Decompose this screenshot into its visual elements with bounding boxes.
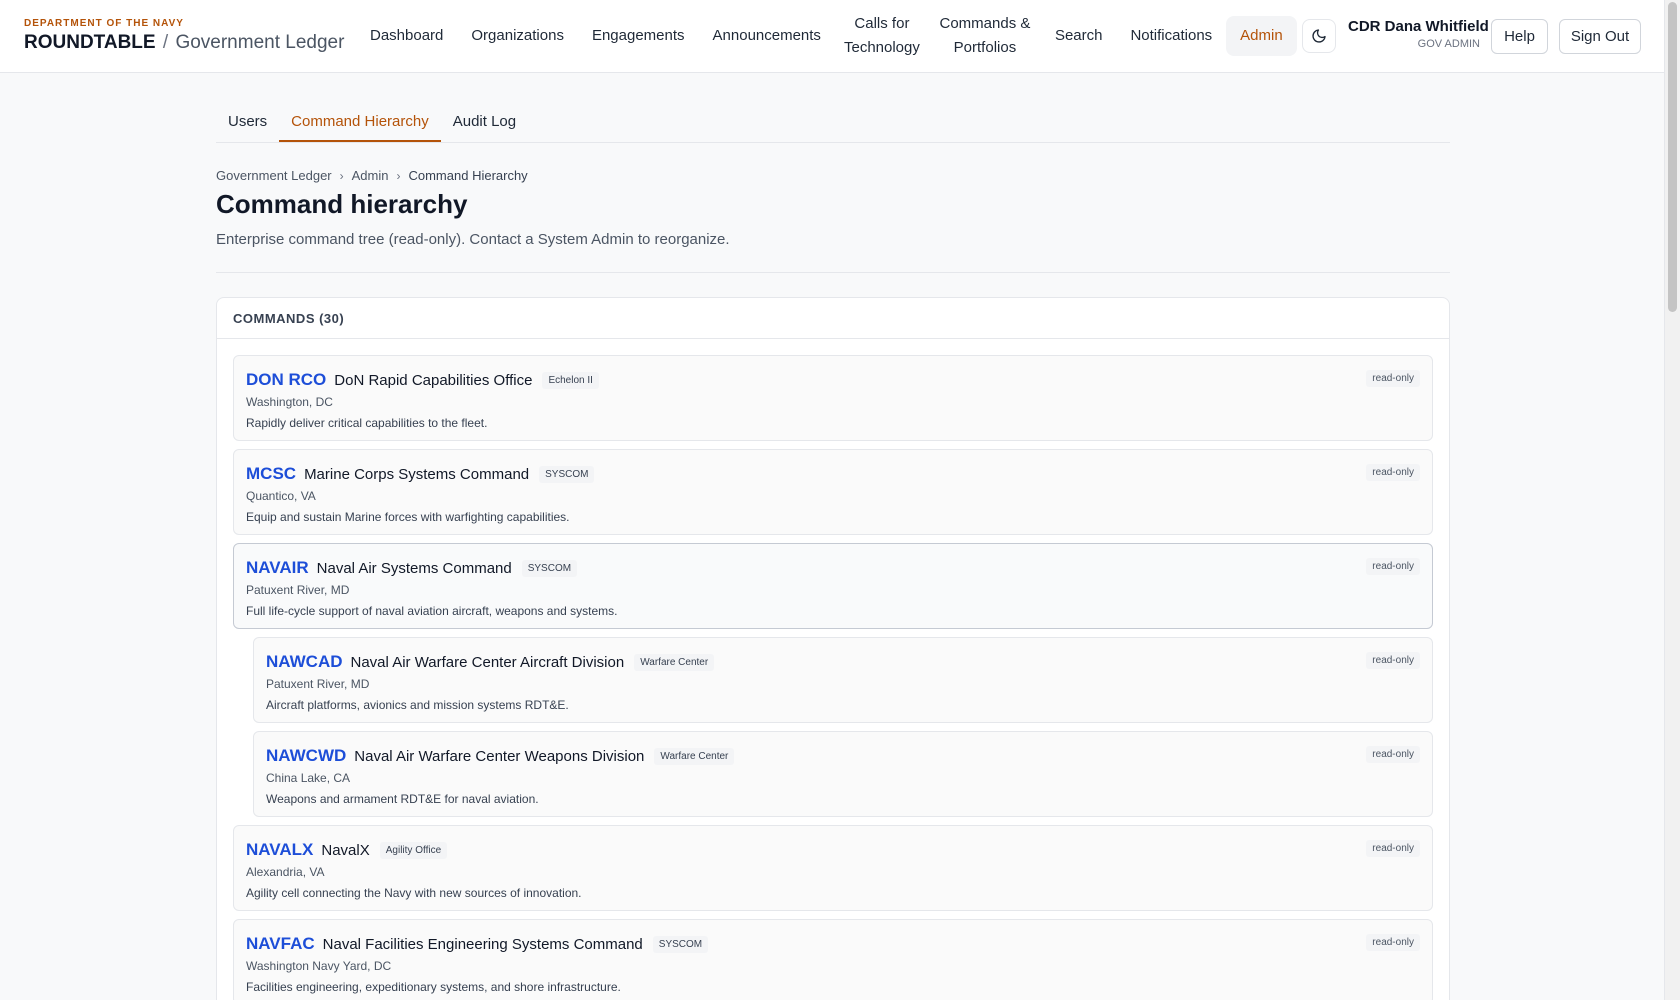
commands-panel: COMMANDS (30) DON RCO DoN Rapid Capabili… bbox=[216, 297, 1450, 1000]
tab-audit-log[interactable]: Audit Log bbox=[441, 113, 528, 142]
command-card[interactable]: NAVFAC Naval Facilities Engineering Syst… bbox=[233, 919, 1433, 1000]
brand-separator: / bbox=[162, 32, 169, 53]
tab-users[interactable]: Users bbox=[216, 113, 279, 142]
command-code[interactable]: NAVAIR bbox=[246, 558, 309, 578]
command-location: Washington Navy Yard, DC bbox=[246, 959, 392, 973]
command-card[interactable]: NAWCAD Naval Air Warfare Center Aircraft… bbox=[253, 637, 1433, 723]
command-code[interactable]: MCSC bbox=[246, 464, 296, 484]
command-description: Facilities engineering, expeditionary sy… bbox=[246, 980, 621, 994]
command-card[interactable]: NAVAIR Naval Air Systems Command SYSCOM … bbox=[233, 543, 1433, 629]
theme-toggle-button[interactable] bbox=[1302, 19, 1336, 53]
command-location: Quantico, VA bbox=[246, 489, 316, 503]
command-name: Naval Air Warfare Center Aircraft Divisi… bbox=[350, 653, 625, 671]
commands-panel-heading: COMMANDS (30) bbox=[217, 298, 1449, 339]
read-only-badge: read-only bbox=[1366, 558, 1420, 575]
nav-commands-portfolios[interactable]: Commands & Portfolios bbox=[929, 12, 1041, 60]
read-only-badge: read-only bbox=[1366, 464, 1420, 481]
command-name: Naval Air Warfare Center Weapons Divisio… bbox=[354, 747, 645, 765]
command-type-badge: SYSCOM bbox=[539, 465, 595, 483]
command-location: Alexandria, VA bbox=[246, 865, 325, 879]
command-type-badge: SYSCOM bbox=[652, 935, 709, 953]
command-location: Patuxent River, MD bbox=[266, 677, 370, 691]
brand-name: ROUNDTABLE bbox=[24, 32, 156, 53]
brand-logo[interactable]: DEPARTMENT OF THE NAVY ROUNDTABLE / Gove… bbox=[24, 18, 344, 54]
nav-engagements[interactable]: Engagements bbox=[578, 16, 699, 56]
command-name: Naval Air Systems Command bbox=[316, 559, 512, 577]
brand-subtitle: Government Ledger bbox=[175, 32, 345, 53]
page-scrollbar[interactable] bbox=[1664, 0, 1680, 1000]
sign-out-button[interactable]: Sign Out bbox=[1559, 19, 1641, 54]
command-code[interactable]: NAVALX bbox=[246, 840, 313, 860]
command-description: Equip and sustain Marine forces with war… bbox=[246, 510, 570, 524]
command-name: DoN Rapid Capabilities Office bbox=[334, 371, 533, 389]
main-nav: Dashboard Organizations Engagements Anno… bbox=[356, 0, 1297, 72]
command-name: NavalX bbox=[321, 841, 370, 859]
divider bbox=[216, 272, 1450, 273]
main-content: Users Command Hierarchy Audit Log Govern… bbox=[216, 73, 1450, 1000]
nav-organizations[interactable]: Organizations bbox=[457, 16, 578, 56]
command-name: Marine Corps Systems Command bbox=[304, 465, 530, 483]
command-name: Naval Facilities Engineering Systems Com… bbox=[322, 935, 643, 953]
nav-notifications[interactable]: Notifications bbox=[1116, 16, 1226, 56]
user-info: CDR Dana Whitfield GOV ADMIN bbox=[1348, 18, 1489, 50]
command-type-badge: Agility Office bbox=[379, 841, 448, 859]
command-code[interactable]: NAVFAC bbox=[246, 934, 315, 954]
command-location: Patuxent River, MD bbox=[246, 583, 350, 597]
chevron-right-icon: › bbox=[339, 168, 344, 183]
page-title: Command hierarchy bbox=[216, 189, 468, 219]
nav-calls-for-technology[interactable]: Calls for Technology bbox=[835, 12, 929, 60]
command-type-badge: Echelon II bbox=[542, 371, 599, 389]
read-only-badge: read-only bbox=[1366, 840, 1420, 857]
nav-search[interactable]: Search bbox=[1041, 16, 1117, 56]
command-location: China Lake, CA bbox=[266, 771, 351, 785]
moon-icon bbox=[1312, 29, 1326, 43]
command-type-badge: Warfare Center bbox=[634, 653, 715, 671]
read-only-badge: read-only bbox=[1366, 652, 1420, 669]
nav-dashboard[interactable]: Dashboard bbox=[356, 16, 457, 56]
command-description: Rapidly deliver critical capabilities to… bbox=[246, 416, 488, 430]
command-description: Aircraft platforms, avionics and mission… bbox=[266, 698, 569, 712]
user-name: CDR Dana Whitfield bbox=[1348, 18, 1489, 35]
nav-admin[interactable]: Admin bbox=[1226, 16, 1297, 56]
chevron-right-icon: › bbox=[396, 168, 401, 183]
read-only-badge: read-only bbox=[1366, 746, 1420, 763]
tab-command-hierarchy[interactable]: Command Hierarchy bbox=[279, 113, 441, 142]
read-only-badge: read-only bbox=[1366, 934, 1420, 951]
nav-announcements[interactable]: Announcements bbox=[699, 16, 835, 56]
breadcrumb-command-hierarchy: Command Hierarchy bbox=[408, 168, 528, 183]
command-location: Washington, DC bbox=[246, 395, 333, 409]
command-card[interactable]: MCSC Marine Corps Systems Command SYSCOM… bbox=[233, 449, 1433, 535]
top-header: DEPARTMENT OF THE NAVY ROUNDTABLE / Gove… bbox=[0, 0, 1664, 73]
command-description: Weapons and armament RDT&E for naval avi… bbox=[266, 792, 539, 806]
command-code[interactable]: NAWCAD bbox=[266, 652, 343, 672]
command-card[interactable]: NAVALX NavalX Agility Office Alexandria,… bbox=[233, 825, 1433, 911]
breadcrumb-government-ledger[interactable]: Government Ledger bbox=[216, 168, 332, 183]
page-description: Enterprise command tree (read-only). Con… bbox=[216, 231, 730, 248]
command-code[interactable]: NAWCWD bbox=[266, 746, 346, 766]
command-list: DON RCO DoN Rapid Capabilities Office Ec… bbox=[217, 339, 1449, 1000]
help-button[interactable]: Help bbox=[1491, 19, 1548, 54]
read-only-badge: read-only bbox=[1366, 370, 1420, 387]
command-code[interactable]: DON RCO bbox=[246, 370, 326, 390]
breadcrumb-admin[interactable]: Admin bbox=[352, 168, 389, 183]
brand-department: DEPARTMENT OF THE NAVY bbox=[24, 18, 184, 29]
admin-tabs: Users Command Hierarchy Audit Log bbox=[216, 73, 1450, 143]
scrollbar-thumb[interactable] bbox=[1668, 2, 1677, 312]
command-type-badge: SYSCOM bbox=[521, 559, 578, 577]
breadcrumb: Government Ledger › Admin › Command Hier… bbox=[216, 168, 1450, 183]
command-card[interactable]: DON RCO DoN Rapid Capabilities Office Ec… bbox=[233, 355, 1433, 441]
command-description: Full life-cycle support of naval aviatio… bbox=[246, 604, 618, 618]
command-type-badge: Warfare Center bbox=[654, 747, 735, 765]
command-card[interactable]: NAWCWD Naval Air Warfare Center Weapons … bbox=[253, 731, 1433, 817]
command-description: Agility cell connecting the Navy with ne… bbox=[246, 886, 582, 900]
user-role: GOV ADMIN bbox=[1417, 38, 1480, 50]
